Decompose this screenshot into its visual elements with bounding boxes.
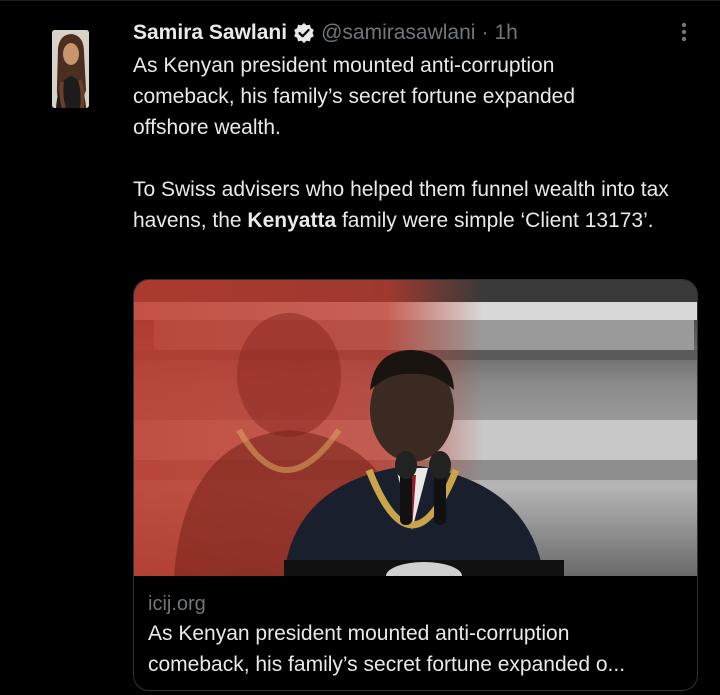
more-vertical-icon[interactable] <box>672 20 696 44</box>
tweet-text-line: comeback, his family’s secret fortune ex… <box>133 81 703 112</box>
tweet-text-paragraph: To Swiss advisers who helped them funnel… <box>133 174 703 236</box>
divider <box>0 0 720 1</box>
separator: · <box>481 21 488 45</box>
avatar[interactable] <box>52 30 89 108</box>
tweet[interactable]: Samira Sawlani @samirasawlani · 1h As Ke… <box>0 0 720 695</box>
card-title-line: As Kenyan president mounted anti-corrupt… <box>148 618 688 649</box>
timestamp[interactable]: 1h <box>494 21 517 45</box>
handle[interactable]: @samirasawlani <box>321 21 475 45</box>
tweet-text: As Kenyan president mounted anti-corrupt… <box>133 50 703 236</box>
tweet-text-line: offshore wealth. <box>133 112 703 143</box>
paragraph-gap <box>133 143 703 174</box>
link-card[interactable]: icij.org As Kenyan president mounted ant… <box>133 279 698 691</box>
tweet-text-line: As Kenyan president mounted anti-corrupt… <box>133 50 703 81</box>
card-title-line: comeback, his family’s secret fortune ex… <box>148 649 688 680</box>
card-meta: icij.org As Kenyan president mounted ant… <box>148 590 688 680</box>
card-image[interactable] <box>134 280 697 576</box>
card-domain: icij.org <box>148 590 688 618</box>
tweet-text-bold: Kenyatta <box>247 209 336 232</box>
tweet-text-span: family were simple ‘Client 13173’. <box>336 209 653 232</box>
verified-badge-icon <box>293 22 315 44</box>
tweet-header: Samira Sawlani @samirasawlani · 1h <box>133 18 518 48</box>
display-name[interactable]: Samira Sawlani <box>133 21 287 45</box>
